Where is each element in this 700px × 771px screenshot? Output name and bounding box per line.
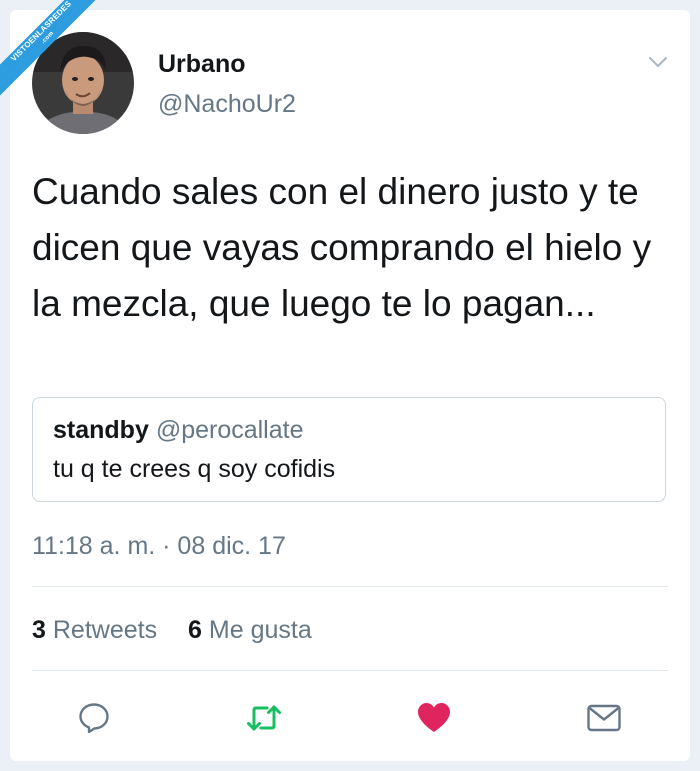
likes-count: 6 <box>188 616 202 644</box>
likes-stat[interactable]: 6 Me gusta <box>188 616 312 645</box>
author-handle[interactable]: @NachoUr2 <box>158 90 296 119</box>
divider <box>32 586 668 587</box>
tweet-text: Cuando sales con el dinero justo y te di… <box>32 171 652 324</box>
watermark-badge: VISTOENLASREDES .com <box>0 0 100 100</box>
author-name[interactable]: Urbano <box>158 50 246 79</box>
quoted-tweet[interactable]: standby @perocallate tu q te crees q soy… <box>32 397 666 502</box>
watermark-line1: VISTOENLASREDES <box>9 0 74 64</box>
quoted-author-handle: @perocallate <box>155 416 304 444</box>
retweet-button[interactable] <box>244 698 284 738</box>
tweet-card: Urbano @NachoUr2 Cuando sales con el din… <box>10 10 690 761</box>
divider <box>32 670 668 671</box>
retweet-icon <box>247 705 281 731</box>
retweets-label: Retweets <box>52 616 158 644</box>
likes-label: Me gusta <box>208 616 312 644</box>
tweet-timestamp[interactable]: 11:18 a. m. · 08 dic. 17 <box>32 532 286 561</box>
quoted-tweet-text: tu q te crees q soy cofidis <box>53 455 336 483</box>
tweet-stats: 3 Retweets 6 Me gusta <box>32 616 336 645</box>
direct-message-icon <box>587 704 621 732</box>
direct-message-button[interactable] <box>584 698 624 738</box>
retweets-count: 3 <box>32 616 46 644</box>
like-button[interactable] <box>414 698 454 738</box>
reply-button[interactable] <box>74 698 114 738</box>
chevron-down-icon[interactable] <box>646 50 670 74</box>
retweets-stat[interactable]: 3 Retweets <box>32 616 157 645</box>
quoted-tweet-header: standby @perocallate <box>53 416 304 445</box>
like-icon <box>418 703 450 732</box>
quoted-author-name: standby <box>53 416 149 444</box>
watermark-text: VISTOENLASREDES .com <box>0 0 100 100</box>
reply-icon <box>79 703 109 734</box>
